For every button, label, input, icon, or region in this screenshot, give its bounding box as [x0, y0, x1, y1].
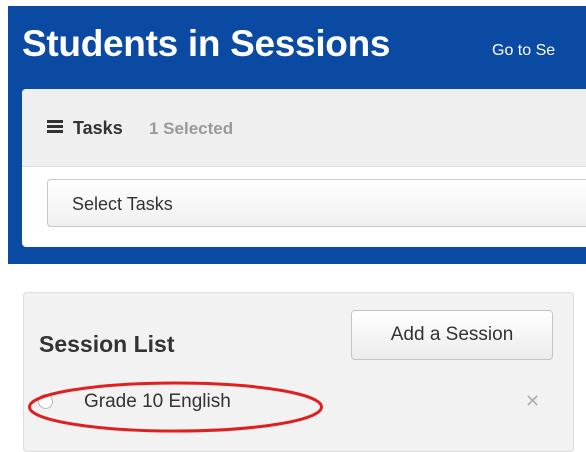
tasks-panel-header: Tasks 1 Selected [22, 89, 586, 167]
tasks-selected-count: 1 Selected [149, 119, 234, 138]
tasks-label: Tasks [73, 118, 123, 138]
session-name: Grade 10 English [84, 391, 231, 412]
session-radio-button[interactable] [38, 394, 53, 409]
select-tasks-label: Select Tasks [72, 194, 173, 214]
page-header: Students in Sessions Go to Se Tasks 1 Se… [8, 6, 586, 264]
list-icon [47, 120, 63, 133]
add-session-button[interactable]: Add a Session [351, 310, 553, 360]
session-list-title: Session List [39, 331, 175, 357]
select-tasks-dropdown[interactable]: Select Tasks [47, 179, 586, 227]
go-to-sessions-link[interactable]: Go to Se [492, 42, 555, 60]
session-list-panel: Session List Add a Session Grade 10 Engl… [23, 292, 574, 452]
tasks-panel: Tasks 1 Selected Select Tasks [22, 89, 586, 247]
page-title: Students in Sessions [22, 23, 391, 64]
close-icon[interactable]: ✕ [525, 391, 540, 412]
session-list-item[interactable]: Grade 10 English ✕ [34, 389, 544, 415]
